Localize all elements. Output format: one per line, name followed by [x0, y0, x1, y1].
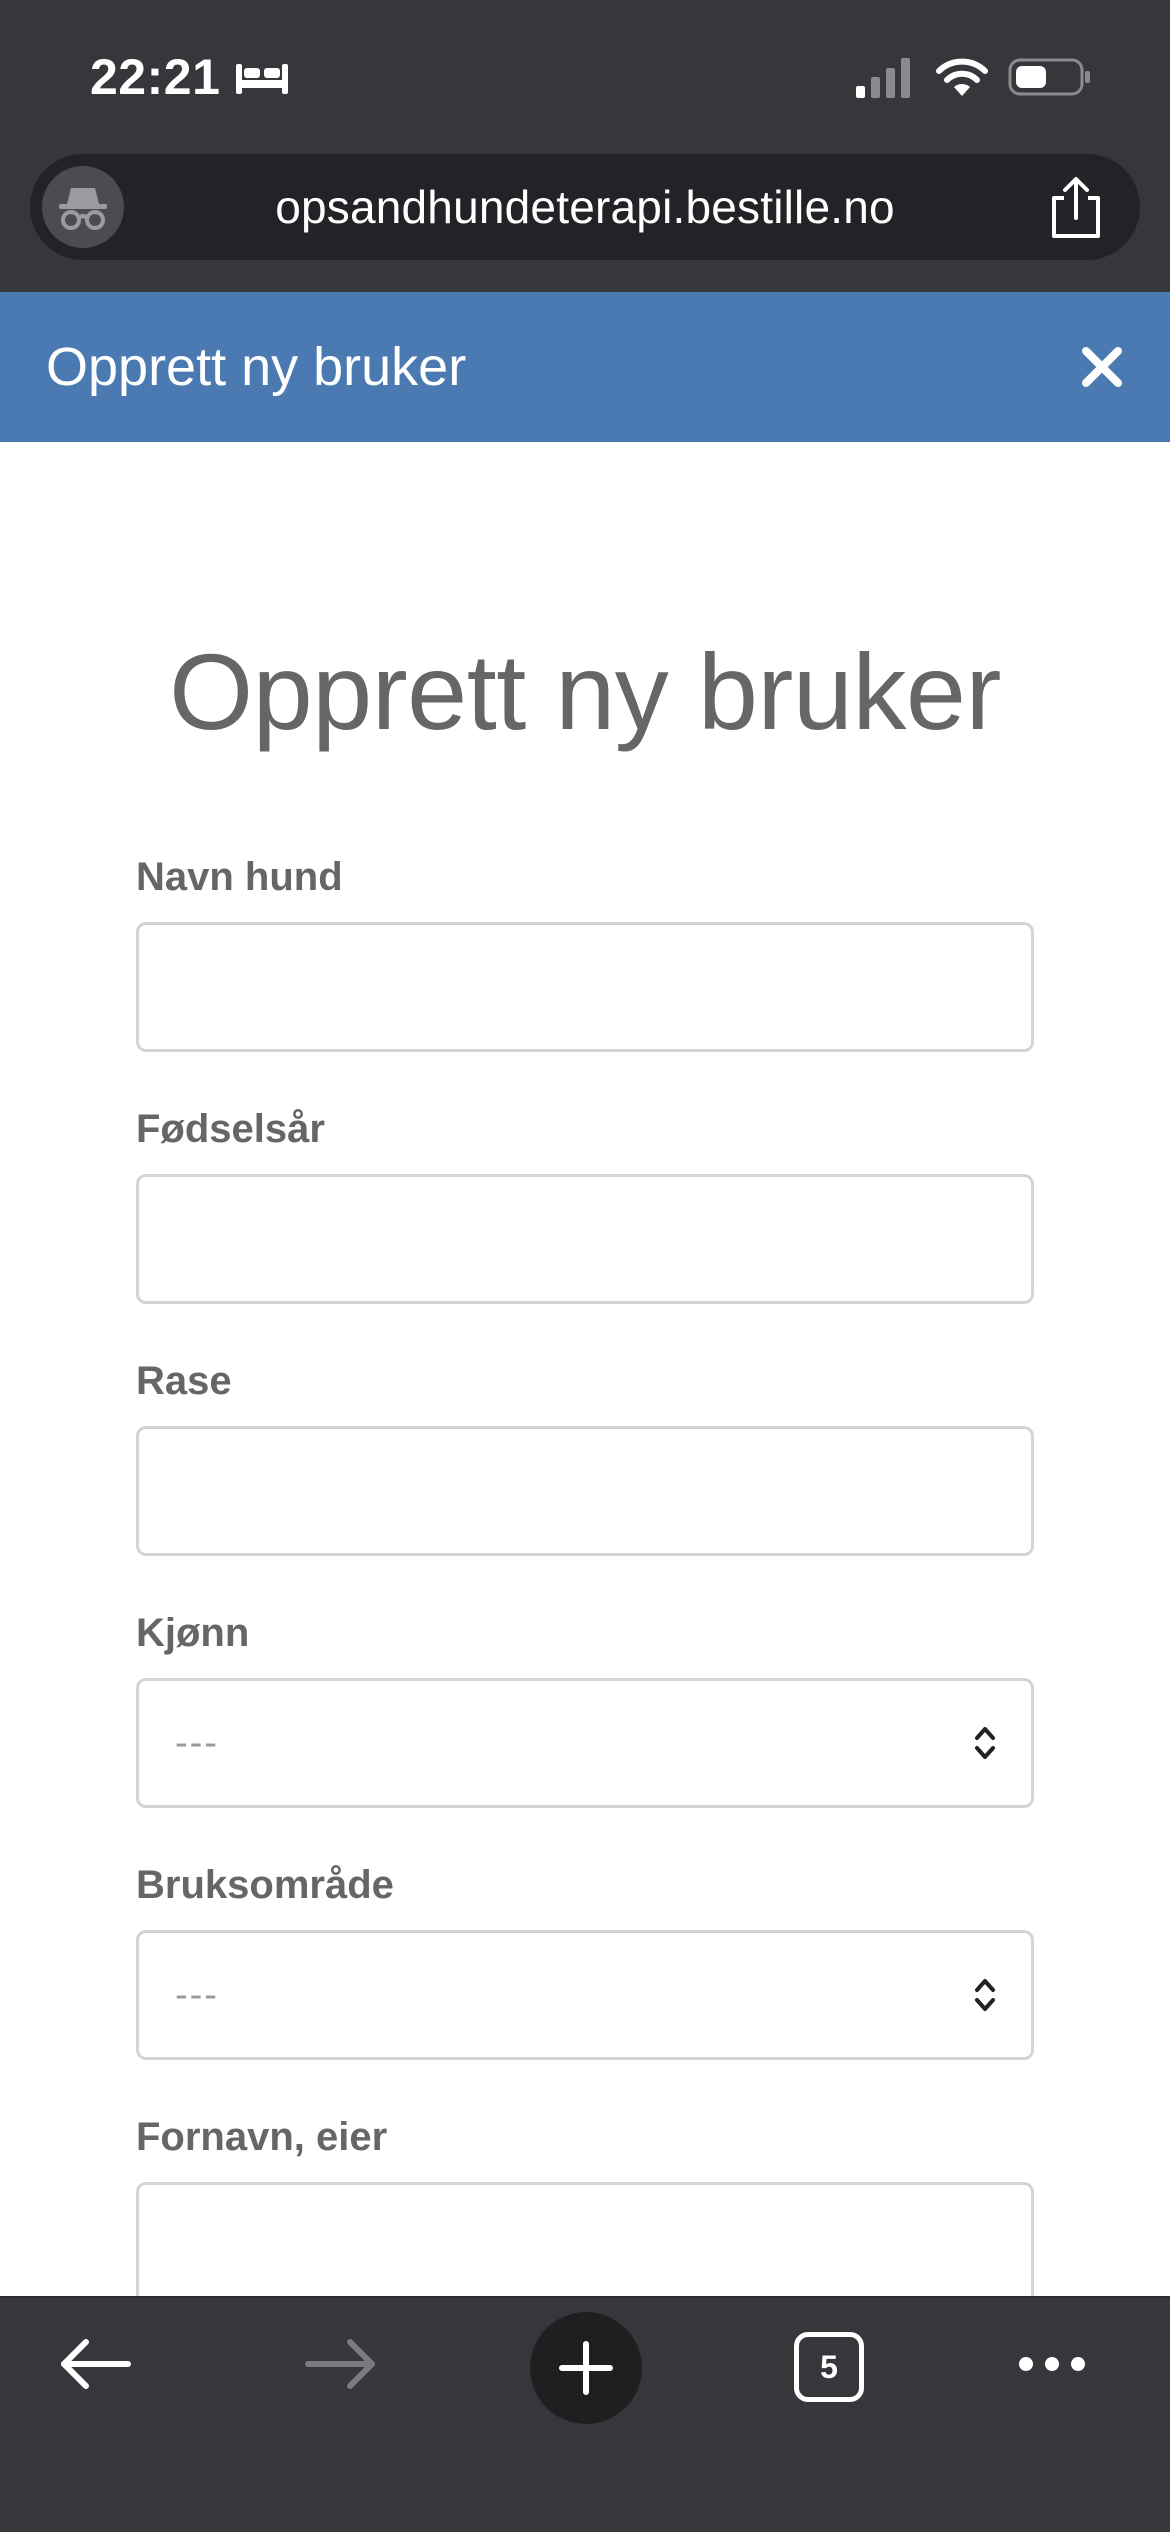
dog-name-label: Navn hund [136, 855, 343, 899]
incognito-icon [59, 188, 107, 230]
cellular-signal-icon [856, 58, 910, 98]
wifi-icon [936, 58, 988, 96]
modal-header-title: Opprett ny bruker [46, 337, 467, 397]
modal-header: Opprett ny bruker [0, 292, 1170, 442]
gender-select-value: --- [175, 1722, 219, 1764]
close-icon[interactable] [1078, 343, 1126, 391]
page-title: Opprett ny bruker [169, 631, 1001, 752]
owner-first-name-input[interactable] [136, 2182, 1034, 2296]
birth-year-label: Fødselsår [136, 1107, 325, 1151]
birth-year-input[interactable] [136, 1174, 1034, 1304]
usage-area-label: Bruksområde [136, 1863, 394, 1907]
dog-name-input[interactable] [136, 922, 1034, 1052]
arrow-left-icon[interactable] [58, 2336, 132, 2392]
incognito-button[interactable] [42, 166, 124, 248]
tab-switcher-button[interactable]: 5 [794, 2332, 864, 2402]
bed-icon [236, 64, 288, 94]
plus-icon [559, 2341, 613, 2395]
url-bar[interactable]: opsandhundeterapi.bestille.no [30, 154, 1140, 260]
new-tab-button[interactable] [530, 2312, 642, 2424]
browser-bottom-toolbar: 5 [0, 2296, 1170, 2532]
breed-label: Rase [136, 1359, 232, 1403]
usage-area-select[interactable]: --- [136, 1930, 1034, 2060]
gender-select[interactable]: --- [136, 1678, 1034, 1808]
battery-icon [1008, 58, 1090, 96]
status-time: 22:21 [90, 49, 221, 105]
select-arrows-icon [975, 1727, 995, 1759]
gender-label: Kjønn [136, 1611, 250, 1655]
owner-first-name-label: Fornavn, eier [136, 2115, 388, 2159]
arrow-right-icon[interactable] [304, 2336, 378, 2392]
share-icon[interactable] [1046, 176, 1106, 240]
select-arrows-icon [975, 1979, 995, 2011]
more-dots-icon[interactable] [1016, 2352, 1088, 2376]
signup-form: Opprett ny bruker Navn hund Fødselsår Ra… [0, 442, 1170, 2296]
browser-top-bar: 22:21 opsandhundeterapi.bestille.no [0, 0, 1170, 292]
usage-area-select-value: --- [175, 1974, 219, 2016]
url-text[interactable]: opsandhundeterapi.bestille.no [160, 154, 1010, 260]
breed-input[interactable] [136, 1426, 1034, 1556]
